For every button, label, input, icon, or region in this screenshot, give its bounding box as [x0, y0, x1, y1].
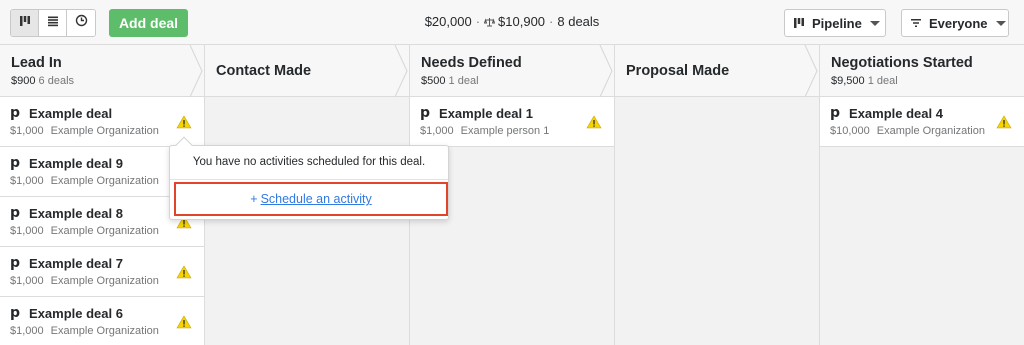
stage-header: Negotiations Started $9,500 1 deal	[820, 45, 1024, 97]
deal-value: $1,000	[10, 325, 44, 337]
deal-title: Example deal 7	[29, 255, 123, 271]
deal-org: Example Organization	[50, 325, 159, 337]
activity-popover: You have no activities scheduled for thi…	[169, 136, 449, 220]
stage-name: Lead In	[11, 55, 62, 71]
pipedrive-p-icon: p	[10, 305, 21, 321]
stage-meta: $500 1 deal	[421, 75, 479, 87]
owner-filter-label: Everyone	[929, 15, 988, 31]
deal-value: $1,000	[10, 175, 44, 187]
summary-total: $20,000	[424, 14, 472, 29]
stage-meta: $9,500 1 deal	[831, 75, 898, 87]
deal-title: Example deal	[29, 105, 113, 121]
chevron-down-icon	[869, 20, 880, 26]
schedule-activity-button[interactable]: + Schedule an activity	[174, 182, 448, 216]
deal-value: $10,000	[830, 125, 870, 137]
pipedrive-p-icon: p	[420, 105, 431, 121]
pipedrive-p-icon: p	[10, 155, 21, 171]
stage-column-proposal-made: Proposal Made	[615, 45, 820, 345]
deal-org: Example person 1	[460, 125, 550, 137]
pipedrive-p-icon: p	[10, 205, 21, 221]
deal-value: $1,000	[10, 275, 44, 287]
plus-sign: +	[250, 192, 258, 206]
pipedrive-p-icon: p	[10, 255, 21, 271]
stage-header: Contact Made	[205, 45, 409, 97]
deal-title: Example deal 8	[29, 205, 123, 221]
stage-header: Lead In $900 6 deals	[0, 45, 204, 97]
no-activities-message: You have no activities scheduled for thi…	[192, 156, 426, 168]
deal-card[interactable]: p Example deal 4 $10,000 Example Organizat…	[820, 97, 1024, 147]
scale-icon	[483, 14, 498, 29]
deal-org: Example Organization	[50, 125, 159, 137]
summary-deal-count: 8 deals	[557, 14, 600, 29]
stage-meta: $900 6 deals	[11, 75, 75, 87]
toolbar: Add deal $20,000 · $10,900 · 8 deals Pipelin…	[0, 0, 1024, 45]
summary-weighted: $10,900	[498, 14, 546, 29]
warning-icon[interactable]	[996, 115, 1012, 134]
pipeline-select-label: Pipeline	[812, 15, 862, 31]
deal-value: $1,000	[10, 225, 44, 237]
deal-card[interactable]: p Example deal 6 $1,000 Example Organizati…	[0, 297, 204, 345]
kanban-icon	[793, 17, 805, 29]
pipedrive-p-icon: p	[10, 105, 21, 121]
chevron-arrow-icon	[189, 45, 203, 97]
stage-header: Needs Defined $500 1 deal	[410, 45, 614, 97]
deal-title: Example deal 6	[29, 305, 123, 321]
deal-org: Example Organization	[50, 175, 159, 187]
stage-column-negotiations-started: Negotiations Started $9,500 1 deal p Exam…	[820, 45, 1024, 345]
stage-header: Proposal Made	[615, 45, 819, 97]
deal-card[interactable]: p Example deal $1,000 Example Organization	[0, 97, 204, 147]
deal-org: Example Organization	[50, 275, 159, 287]
stage-name: Contact Made	[216, 63, 312, 79]
deal-org: Example Organization	[50, 225, 159, 237]
owner-filter-select[interactable]: Everyone	[901, 9, 1009, 37]
chevron-down-icon	[995, 20, 1006, 26]
chevron-arrow-icon	[599, 45, 613, 97]
deal-value: $1,000	[10, 125, 44, 137]
stage-name: Negotiations Started	[831, 55, 973, 71]
warning-icon[interactable]	[176, 315, 192, 334]
deal-card[interactable]: p Example deal 7 $1,000 Example Organizati…	[0, 247, 204, 297]
pipeline-board: Lead In $900 6 deals p Example deal $1,00…	[0, 45, 1024, 345]
deal-title: Example deal 4	[849, 105, 943, 121]
deal-org: Example Organization	[876, 125, 985, 137]
warning-icon[interactable]	[176, 265, 192, 284]
chevron-arrow-icon	[394, 45, 408, 97]
warning-icon[interactable]	[176, 115, 192, 134]
deal-title: Example deal 1	[439, 105, 533, 121]
chevron-arrow-icon	[804, 45, 818, 97]
pipeline-select[interactable]: Pipeline	[784, 9, 886, 37]
schedule-activity-link[interactable]: Schedule an activity	[261, 192, 372, 206]
stage-name: Needs Defined	[421, 55, 522, 71]
warning-icon[interactable]	[586, 115, 602, 134]
divider	[170, 179, 448, 180]
filter-icon	[910, 18, 922, 28]
stage-name: Proposal Made	[626, 63, 730, 79]
deal-value: $1,000	[420, 125, 454, 137]
pipedrive-p-icon: p	[830, 105, 841, 121]
deal-title: Example deal 9	[29, 155, 123, 171]
deal-card[interactable]: p Example deal 1 $1,000 Example person 1	[410, 97, 614, 147]
